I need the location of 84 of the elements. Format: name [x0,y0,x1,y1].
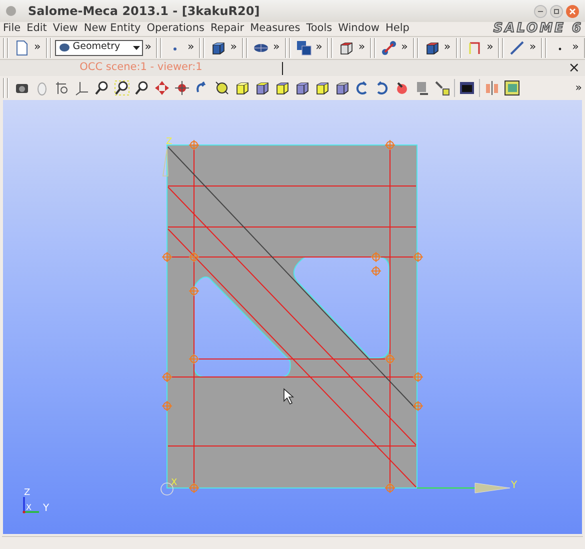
toolbar-overflow-button[interactable]: » [570,39,581,56]
axes-icon[interactable] [74,80,90,96]
right-view-icon[interactable] [334,80,350,96]
vertex-marker [370,252,382,262]
overlapping-squares-icon[interactable] [296,40,312,56]
reset-view-icon[interactable] [394,80,410,96]
menu-item[interactable]: Help [382,21,412,37]
bottom-view-icon[interactable] [294,80,310,96]
toolbar-overflow-button[interactable]: » [228,39,239,56]
close-icon [569,8,576,14]
zoom-window-icon[interactable] [114,80,130,96]
axis-label: Y [43,503,50,514]
vertex-marker [412,400,424,412]
vertex-marker [188,286,200,296]
vertex-marker [384,482,396,494]
mouse-cursor-icon [284,388,294,405]
menu-item[interactable]: Operations [144,21,208,37]
angle-icon[interactable] [466,40,483,56]
menu-item[interactable]: New Entity [80,21,144,37]
toolbar-overflow-button[interactable]: » [314,39,324,56]
menu-item[interactable]: Measures [247,21,304,37]
global-pan-icon[interactable] [174,80,190,96]
axis-label: Z [166,137,172,147]
axis-label: X [26,503,32,512]
trihedron-icon[interactable] [434,80,450,96]
vertex-marker [188,482,200,494]
front-view-icon[interactable] [234,80,250,96]
toolbar-overflow-button[interactable]: » [484,39,496,56]
menu-item[interactable]: Repair [207,21,248,37]
zoom-icon[interactable] [134,80,150,96]
vertex-marker [370,266,382,276]
toolbar-overflow-button[interactable]: » [399,39,410,56]
toolbar-overflow-button[interactable]: » [356,39,368,56]
vertex-marker [188,140,200,150]
module-combo[interactable]: Geometry [54,40,143,56]
menu-item[interactable]: View [50,21,81,37]
close-button[interactable]: × [568,61,585,75]
maximize-button[interactable] [550,4,563,18]
vertex-marker [162,372,172,382]
vertex-marker [412,252,424,262]
vertex-marker [188,354,200,364]
top-view-icon[interactable] [274,80,290,96]
toolbar-overflow-button[interactable]: » [442,39,453,56]
new-document-icon[interactable] [14,40,30,56]
axis-triad-drawing [22,497,39,514]
cube-icon[interactable] [210,40,226,56]
vertex-marker [412,372,424,382]
menu-item[interactable]: Window [335,21,382,37]
menu-item[interactable]: File [0,21,24,37]
axis-label: Z [24,488,30,498]
minimize-button[interactable] [534,4,547,18]
back-view-icon[interactable] [254,80,270,96]
cube-grid-icon[interactable] [338,40,354,56]
globe-icon [58,43,70,52]
left-view-icon[interactable] [314,80,330,96]
node-connect-icon[interactable] [381,40,398,56]
line-icon[interactable] [509,40,526,56]
toolbar-overflow-button[interactable]: » [32,39,43,56]
toolbar-overflow-button[interactable]: » [575,80,585,96]
vertex-marker [188,252,200,262]
toolbar-overflow-button[interactable]: » [142,39,154,56]
clipping-plane-icon[interactable] [484,80,500,96]
vertex-marker [162,400,172,412]
vertex-marker [162,252,172,262]
graduated-axes-icon[interactable] [504,80,520,96]
fit-all-icon[interactable] [214,80,230,96]
cube-icon[interactable] [424,40,440,56]
axis-label: Y [511,480,518,491]
vertex-marker [384,140,396,150]
close-button[interactable] [566,4,579,18]
window-title: Salome-Meca 2013.1 - [3kakuR20] [28,3,260,20]
clone-view-icon[interactable] [414,80,430,96]
toolbar-overflow-button[interactable]: » [527,39,538,56]
vertex-marker [384,354,396,364]
menu-item[interactable]: Edit [24,21,50,37]
zoom-icon[interactable] [94,80,110,96]
viewer-title: OCC scene:1 - viewer:1 [78,60,204,76]
axis-label: X [171,478,178,488]
logo: SALOME 6 [493,20,584,38]
terminal-icon[interactable] [459,80,475,96]
menu-item[interactable]: Tools [303,21,336,37]
pan-icon[interactable] [154,80,170,96]
toolbar-overflow-button[interactable]: » [185,39,196,56]
toolbar-overflow-button[interactable]: » [270,39,282,56]
